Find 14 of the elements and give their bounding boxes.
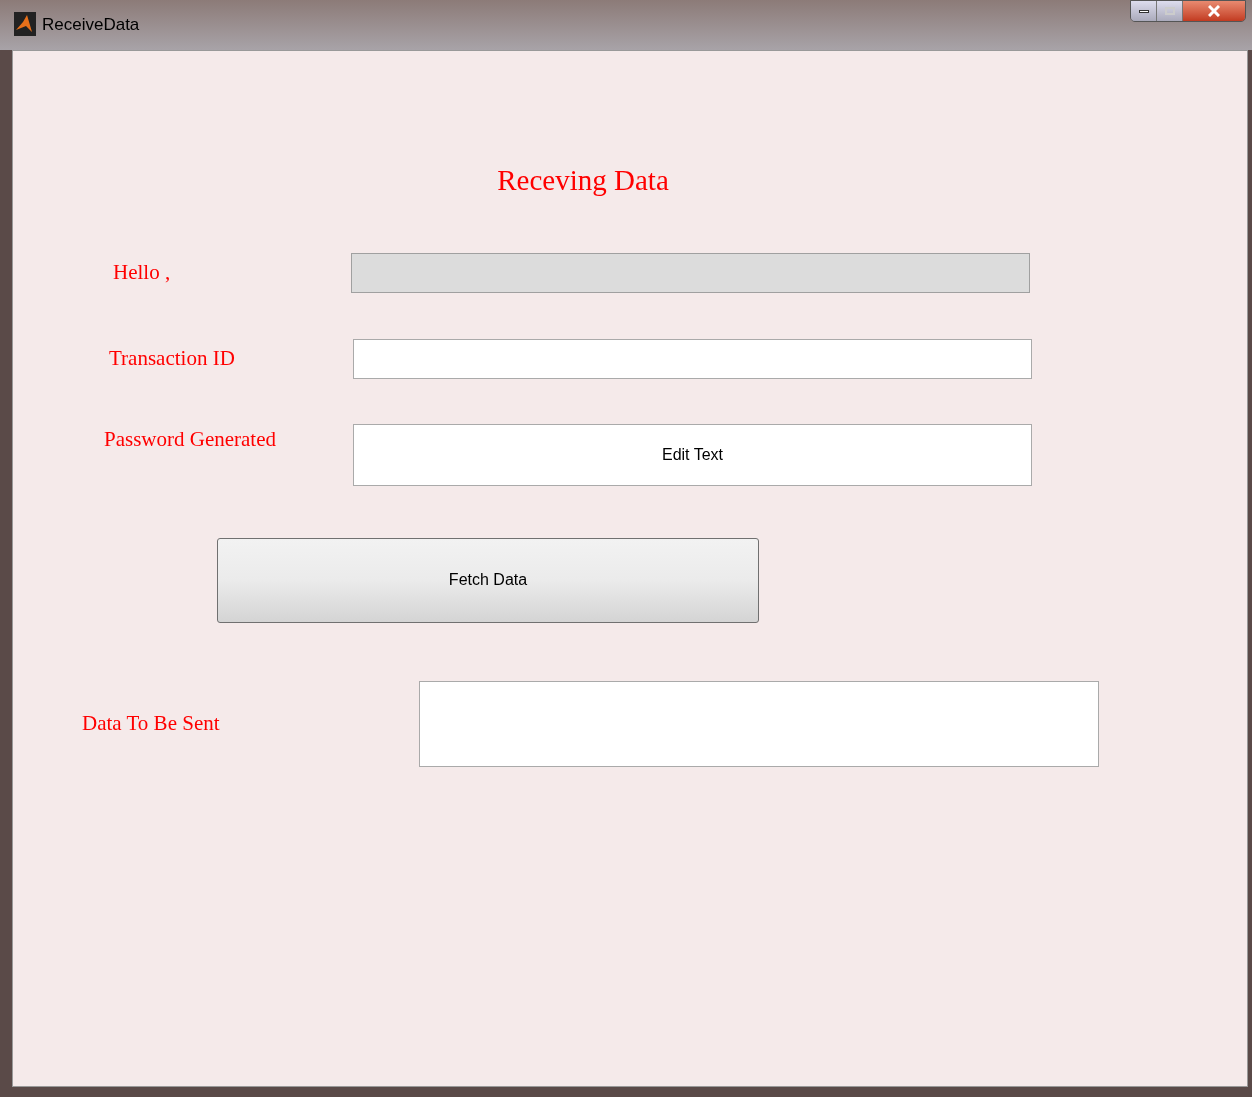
form-heading: Receving Data xyxy=(497,163,669,198)
minimize-button[interactable] xyxy=(1131,1,1157,21)
text-field[interactable]: Edit Text xyxy=(353,423,1032,486)
fetch-data-button[interactable]: Fetch Data xyxy=(217,537,759,623)
close-icon xyxy=(1208,5,1220,17)
text-field[interactable] xyxy=(353,338,1032,379)
field-label: Data To Be Sent xyxy=(82,710,220,735)
field-label: Password Generated xyxy=(104,426,277,451)
app-icon xyxy=(14,12,36,36)
close-button[interactable] xyxy=(1183,1,1245,21)
field-label: Transaction ID xyxy=(109,345,235,370)
output-field[interactable] xyxy=(419,680,1099,767)
field-label: Hello , xyxy=(113,259,171,284)
window-title: ReceiveData xyxy=(42,14,140,36)
